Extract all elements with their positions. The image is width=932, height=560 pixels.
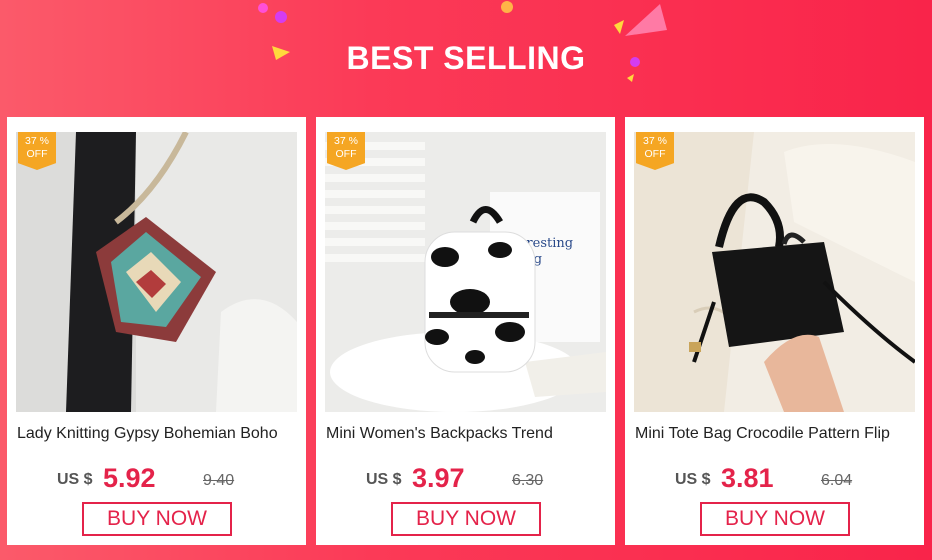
original-price: 9.40 — [203, 472, 235, 489]
price-row: US $ 3.81 6.04 — [625, 463, 924, 497]
product-name[interactable]: Lady Knitting Gypsy Bohemian Boho — [17, 425, 299, 443]
sale-price: 3.81 — [721, 463, 774, 493]
original-price: 6.30 — [512, 472, 544, 489]
discount-badge: 37 % OFF — [327, 132, 365, 170]
product-card[interactable]: Interesting ring 37 % OFF Mini Women's B… — [316, 117, 615, 545]
product-name[interactable]: Mini Tote Bag Crocodile Pattern Flip — [635, 425, 917, 443]
price-row: US $ 5.92 9.40 — [7, 463, 306, 497]
price-row: US $ 3.97 6.30 — [316, 463, 615, 497]
currency-label: US $ — [366, 471, 402, 488]
sale-price: 5.92 — [103, 463, 156, 493]
product-image[interactable]: Interesting ring 37 % OFF — [325, 132, 606, 412]
buy-now-button[interactable]: BUY NOW — [391, 502, 541, 536]
sale-price: 3.97 — [412, 463, 465, 493]
original-price: 6.04 — [821, 472, 853, 489]
discount-badge: 37 % OFF — [636, 132, 674, 170]
product-name[interactable]: Mini Women's Backpacks Trend — [326, 425, 608, 443]
product-card[interactable]: 37 % OFF Mini Tote Bag Crocodile Pattern… — [625, 117, 924, 545]
product-image[interactable]: 37 % OFF — [16, 132, 297, 412]
discount-badge: 37 % OFF — [18, 132, 56, 170]
buy-now-button[interactable]: BUY NOW — [700, 502, 850, 536]
product-card[interactable]: 37 % OFF Lady Knitting Gypsy Bohemian Bo… — [7, 117, 306, 545]
page-title: BEST SELLING — [346, 40, 586, 76]
currency-label: US $ — [675, 471, 711, 488]
currency-label: US $ — [57, 471, 93, 488]
product-image[interactable]: 37 % OFF — [634, 132, 915, 412]
buy-now-button[interactable]: BUY NOW — [82, 502, 232, 536]
